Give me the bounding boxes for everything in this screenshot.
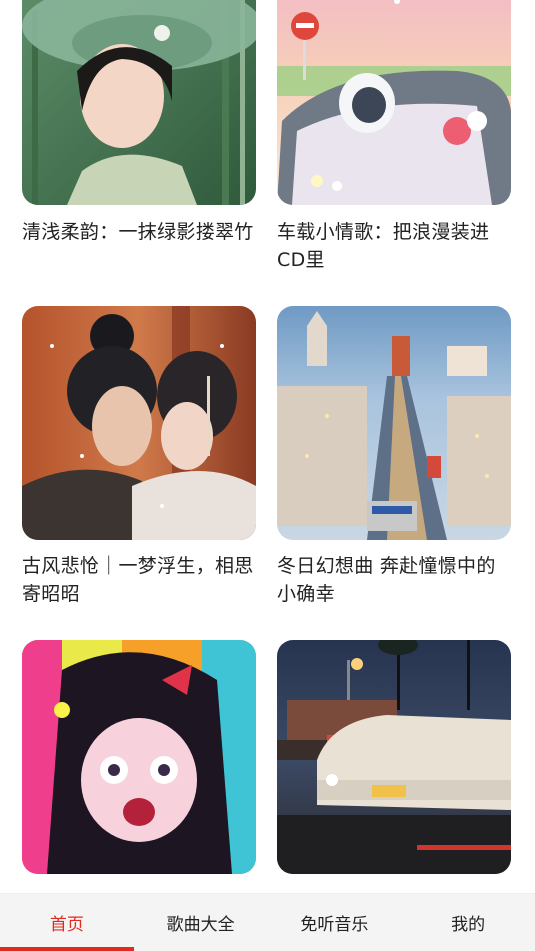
playlist-title[interactable]: 古风悲怆｜一梦浮生，相思寄昭昭 — [22, 552, 258, 608]
playlist-cover-image[interactable] — [277, 306, 511, 540]
active-tab-indicator — [0, 947, 134, 951]
playlist-title[interactable]: 车载小情歌：把浪漫装进CD里 — [277, 218, 513, 274]
tab-label: 我的 — [451, 915, 486, 935]
tab-home[interactable]: 首页 — [0, 894, 134, 951]
bottom-tab-bar: 首页 歌曲大全 免听音乐 我的 — [0, 893, 535, 951]
playlist-title[interactable]: 冬日幻想曲 奔赴憧憬中的小确幸 — [277, 552, 513, 608]
tab-free-music[interactable]: 免听音乐 — [268, 894, 402, 951]
playlist-cover-image[interactable] — [22, 640, 256, 874]
playlist-cover-image[interactable] — [277, 640, 511, 874]
playlist-cover-image[interactable] — [22, 306, 256, 540]
playlist-grid: 清浅柔韵：一抹绿影搂翠竹 车载小情歌：把浪漫装进CD里 古风悲怆｜一梦浮生，相思… — [0, 0, 535, 893]
tab-label: 歌曲大全 — [166, 915, 235, 935]
playlist-cover-image[interactable] — [277, 0, 511, 205]
tab-label: 免听音乐 — [300, 915, 369, 935]
tab-songs[interactable]: 歌曲大全 — [134, 894, 268, 951]
tab-label: 首页 — [49, 915, 84, 935]
playlist-cover-image[interactable] — [22, 0, 256, 205]
tab-mine[interactable]: 我的 — [401, 894, 535, 951]
playlist-title[interactable]: 清浅柔韵：一抹绿影搂翠竹 — [22, 218, 258, 246]
